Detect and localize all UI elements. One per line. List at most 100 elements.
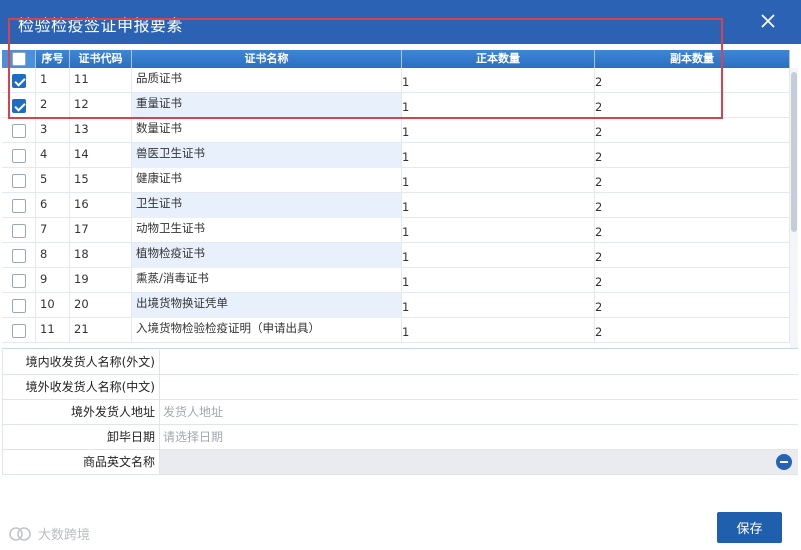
domestic-consignee-foreign-input[interactable] (163, 350, 798, 375)
form-row-foreign-consignor-address: 境外发货人地址 (2, 400, 798, 425)
row-cert-name: 出境货物换证凭单 (132, 293, 402, 318)
row-copy-count[interactable]: 2 (595, 193, 790, 218)
row-original-count[interactable]: 1 (402, 218, 595, 243)
table-row[interactable]: 1 11 品质证书 1 2 (2, 68, 790, 93)
foreign-consignor-address-input[interactable] (163, 400, 798, 425)
row-seq: 2 (36, 93, 70, 118)
table-row[interactable]: 4 14 兽医卫生证书 1 2 (2, 143, 790, 168)
column-header-seq[interactable]: 序号 (36, 50, 70, 68)
row-copy-count[interactable]: 2 (595, 93, 790, 118)
select-all-checkbox[interactable] (11, 52, 26, 66)
row-select-cell[interactable] (2, 168, 36, 193)
row-copy-count[interactable]: 2 (595, 243, 790, 268)
foreign-consignee-chinese-input[interactable] (163, 375, 798, 400)
row-copy-count[interactable]: 2 (595, 68, 790, 93)
row-original-count[interactable]: 1 (402, 268, 595, 293)
row-checkbox[interactable] (11, 123, 26, 138)
row-seq: 5 (36, 168, 70, 193)
form-label: 境外收发货人名称(中文) (2, 375, 160, 399)
row-cert-name: 重量证书 (132, 93, 402, 118)
grid-scrollbar-thumb[interactable] (791, 72, 797, 232)
row-seq: 3 (36, 118, 70, 143)
watermark: 大数跨境 (8, 524, 90, 543)
grid-scrollbar[interactable] (790, 68, 798, 348)
column-header-code[interactable]: 证书代码 (70, 50, 132, 68)
form-row-goods-english-name: 商品英文名称 (2, 450, 798, 475)
close-icon[interactable] (759, 12, 777, 30)
row-checkbox[interactable] (11, 98, 26, 113)
row-checkbox[interactable] (11, 248, 26, 263)
row-select-cell[interactable] (2, 243, 36, 268)
row-original-count[interactable]: 1 (402, 118, 595, 143)
row-select-cell[interactable] (2, 118, 36, 143)
row-select-cell[interactable] (2, 143, 36, 168)
column-header-copy-count[interactable]: 副本数量 (595, 50, 790, 68)
form-label: 境外发货人地址 (2, 400, 160, 424)
table-row[interactable]: 3 13 数量证书 1 2 (2, 118, 790, 143)
row-checkbox[interactable] (11, 173, 26, 188)
select-all-header[interactable] (2, 50, 36, 68)
row-cert-name: 植物检疫证书 (132, 243, 402, 268)
row-select-cell[interactable] (2, 193, 36, 218)
certificate-grid: 序号 证书代码 证书名称 正本数量 副本数量 1 11 品质证书 1 2 2 12 重量证书 1… (2, 44, 798, 349)
row-checkbox[interactable] (11, 323, 26, 338)
table-row[interactable]: 5 15 健康证书 1 2 (2, 168, 790, 193)
row-cert-name: 品质证书 (132, 68, 402, 93)
row-select-cell[interactable] (2, 318, 36, 343)
dialog-footer (0, 480, 801, 550)
row-checkbox[interactable] (11, 223, 26, 238)
row-original-count[interactable]: 1 (402, 318, 595, 343)
table-row[interactable]: 2 12 重量证书 1 2 (2, 93, 790, 118)
row-seq: 9 (36, 268, 70, 293)
row-checkbox[interactable] (11, 148, 26, 163)
table-row[interactable]: 6 16 卫生证书 1 2 (2, 193, 790, 218)
form-row-foreign-consignee-chinese: 境外收发货人名称(中文) (2, 375, 798, 400)
form-label: 境内收发货人名称(外文) (2, 350, 160, 374)
row-checkbox[interactable] (11, 73, 26, 88)
row-copy-count[interactable]: 2 (595, 268, 790, 293)
goods-english-name-edit-icon[interactable] (776, 454, 792, 470)
row-original-count[interactable]: 1 (402, 243, 595, 268)
table-row[interactable]: 7 17 动物卫生证书 1 2 (2, 218, 790, 243)
row-original-count[interactable]: 1 (402, 168, 595, 193)
row-checkbox[interactable] (11, 273, 26, 288)
row-original-count[interactable]: 1 (402, 193, 595, 218)
row-code: 21 (70, 318, 132, 343)
watermark-text: 大数跨境 (38, 528, 91, 543)
table-row[interactable]: 11 21 入境货物检验检疫证明（申请出具） 1 2 (2, 318, 790, 343)
table-row[interactable]: 10 20 出境货物换证凭单 1 2 (2, 293, 790, 318)
goods-english-name-input[interactable] (163, 450, 798, 475)
row-original-count[interactable]: 1 (402, 293, 595, 318)
row-original-count[interactable]: 1 (402, 143, 595, 168)
row-original-count[interactable]: 1 (402, 93, 595, 118)
row-copy-count[interactable]: 2 (595, 143, 790, 168)
save-button[interactable]: 保存 (717, 512, 782, 543)
row-select-cell[interactable] (2, 68, 36, 93)
row-select-cell[interactable] (2, 293, 36, 318)
table-row[interactable]: 8 18 植物检疫证书 1 2 (2, 243, 790, 268)
row-checkbox[interactable] (11, 298, 26, 313)
row-checkbox[interactable] (11, 198, 26, 213)
row-seq: 1 (36, 68, 70, 93)
row-original-count[interactable]: 1 (402, 68, 595, 93)
declaration-form: 境内收发货人名称(外文) 境外收发货人名称(中文) 境外发货人地址 卸毕日期 商… (2, 350, 798, 475)
row-select-cell[interactable] (2, 268, 36, 293)
form-label: 卸毕日期 (2, 425, 160, 449)
row-cert-name: 入境货物检验检疫证明（申请出具） (132, 318, 402, 343)
column-header-name[interactable]: 证书名称 (132, 50, 402, 68)
row-seq: 6 (36, 193, 70, 218)
row-copy-count[interactable]: 2 (595, 118, 790, 143)
row-select-cell[interactable] (2, 93, 36, 118)
row-copy-count[interactable]: 2 (595, 293, 790, 318)
row-copy-count[interactable]: 2 (595, 318, 790, 343)
form-label: 商品英文名称 (2, 450, 160, 474)
row-seq: 11 (36, 318, 70, 343)
table-row[interactable]: 9 19 熏蒸/消毒证书 1 2 (2, 268, 790, 293)
unloading-date-input[interactable] (163, 425, 798, 450)
row-code: 13 (70, 118, 132, 143)
row-copy-count[interactable]: 2 (595, 168, 790, 193)
row-copy-count[interactable]: 2 (595, 218, 790, 243)
row-select-cell[interactable] (2, 218, 36, 243)
column-header-original-count[interactable]: 正本数量 (402, 50, 595, 68)
row-code: 16 (70, 193, 132, 218)
